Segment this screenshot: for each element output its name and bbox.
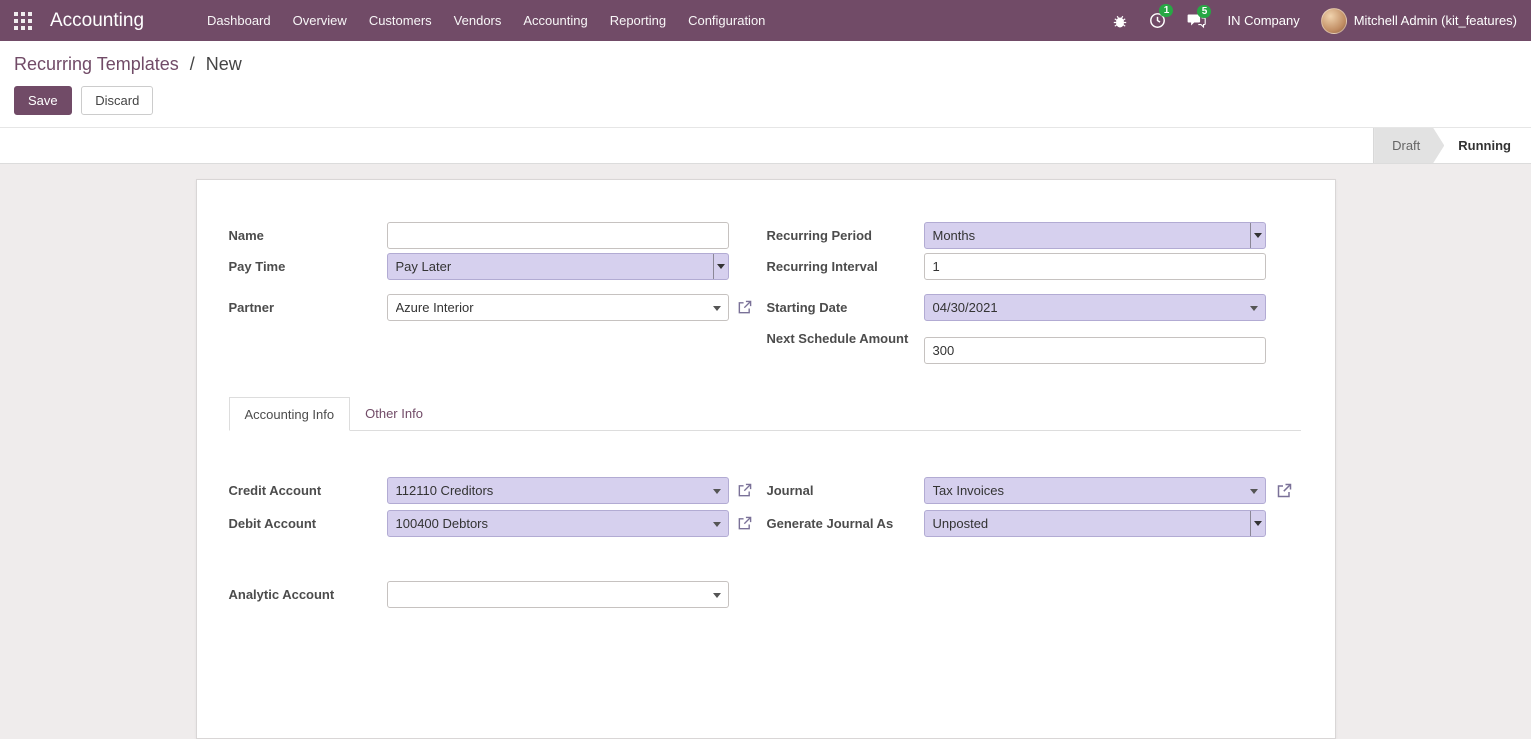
menu-customers[interactable]: Customers [358,0,443,41]
recurring-period-select[interactable]: Months [924,222,1266,249]
dropdown-caret-icon [713,593,721,598]
navbar-systray: 1 5 IN Company Mitchell Admin (kit_featu… [1112,8,1517,34]
pay-time-select[interactable]: Pay Later [387,253,729,280]
select-caret-icon [1250,511,1265,536]
credit-account-external-link-icon[interactable] [737,483,752,498]
credit-account-dropdown[interactable]: 112110 Creditors [387,477,729,504]
form-sheet: Name Recurring Period Months Pay Time Pa… [196,179,1336,739]
select-caret-icon [1250,223,1265,248]
select-caret-icon [713,254,728,279]
status-row: Draft Running [0,127,1531,164]
activity-clock-icon[interactable]: 1 [1149,12,1166,29]
status-step-running[interactable]: Running [1444,128,1531,163]
dropdown-caret-icon [713,522,721,527]
breadcrumb-separator: / [190,54,195,74]
debit-account-external-link-icon[interactable] [737,516,752,531]
top-navbar: Accounting Dashboard Overview Customers … [0,0,1531,41]
debit-account-label: Debit Account [229,510,387,531]
analytic-account-label: Analytic Account [229,581,387,602]
recurring-interval-input[interactable] [924,253,1266,280]
menu-configuration[interactable]: Configuration [677,0,776,41]
credit-account-label: Credit Account [229,477,387,498]
activity-badge: 1 [1159,4,1173,17]
notebook-tabs: Accounting Info Other Info [229,397,1301,431]
analytic-account-dropdown[interactable] [387,581,729,608]
generate-journal-as-select[interactable]: Unposted [924,510,1266,537]
next-schedule-amount-input[interactable] [924,337,1266,364]
name-input[interactable] [387,222,729,249]
partner-external-link-icon[interactable] [737,300,752,315]
journal-label: Journal [767,477,924,498]
recurring-interval-label: Recurring Interval [767,253,924,274]
status-step-draft[interactable]: Draft [1374,128,1444,163]
app-title[interactable]: Accounting [50,10,144,32]
starting-date-label: Starting Date [767,294,924,315]
breadcrumb: Recurring Templates / New [14,54,1515,75]
save-button[interactable]: Save [14,86,72,115]
dropdown-caret-icon [1250,306,1258,311]
breadcrumb-current: New [206,54,242,74]
menu-accounting[interactable]: Accounting [512,0,598,41]
tab-accounting-info[interactable]: Accounting Info [229,397,351,431]
journal-dropdown[interactable]: Tax Invoices [924,477,1266,504]
dropdown-caret-icon [713,306,721,311]
partner-dropdown[interactable]: Azure Interior [387,294,729,321]
user-name: Mitchell Admin (kit_features) [1354,13,1517,28]
starting-date-picker[interactable]: 04/30/2021 [924,294,1266,321]
form-view-area: Name Recurring Period Months Pay Time Pa… [0,164,1531,739]
recurring-period-label: Recurring Period [767,222,924,243]
dropdown-caret-icon [1250,489,1258,494]
company-switcher[interactable]: IN Company [1227,13,1299,28]
menu-reporting[interactable]: Reporting [599,0,677,41]
control-panel: Recurring Templates / New Save Discard D… [0,41,1531,164]
menu-vendors[interactable]: Vendors [443,0,513,41]
user-menu[interactable]: Mitchell Admin (kit_features) [1321,8,1517,34]
top-menu: Dashboard Overview Customers Vendors Acc… [196,0,776,41]
breadcrumb-parent-link[interactable]: Recurring Templates [14,54,179,74]
partner-label: Partner [229,294,387,315]
apps-grid-icon[interactable] [8,12,38,30]
journal-external-link-icon[interactable] [1276,483,1292,499]
debug-bug-icon[interactable] [1112,13,1128,29]
action-buttons: Save Discard [14,86,1515,115]
pay-time-label: Pay Time [229,253,387,274]
messages-badge: 5 [1197,5,1211,18]
next-schedule-amount-label: Next Schedule Amount [767,325,924,346]
menu-dashboard[interactable]: Dashboard [196,0,282,41]
discard-button[interactable]: Discard [81,86,153,115]
name-label: Name [229,222,387,243]
tab-content-accounting-info: Credit Account 112110 Creditors Journal [229,477,1321,608]
statusbar: Draft Running [1373,128,1531,163]
debit-account-dropdown[interactable]: 100400 Debtors [387,510,729,537]
menu-overview[interactable]: Overview [282,0,358,41]
dropdown-caret-icon [713,489,721,494]
avatar [1321,8,1347,34]
messages-icon[interactable]: 5 [1187,13,1206,29]
generate-journal-as-label: Generate Journal As [767,510,924,531]
tab-other-info[interactable]: Other Info [350,397,438,430]
